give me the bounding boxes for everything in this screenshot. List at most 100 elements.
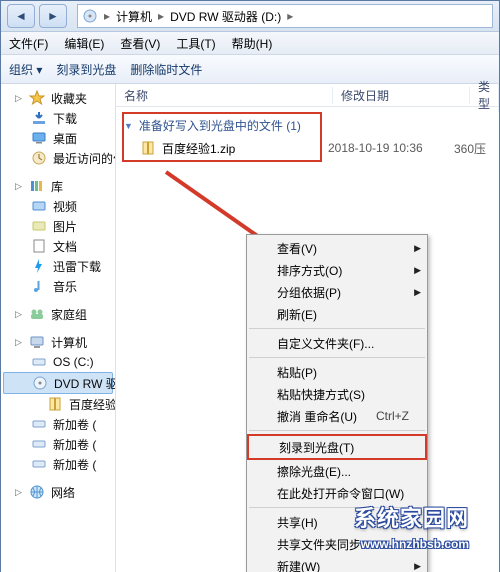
ctx-undo[interactable]: 撤消 重命名(U)Ctrl+Z xyxy=(247,405,427,427)
ctx-sort[interactable]: 排序方式(O) xyxy=(247,259,427,281)
drive-icon xyxy=(31,436,47,452)
address-bar[interactable]: ▸ 计算机 ▸ DVD RW 驱动器 (D:) ▸ xyxy=(77,4,493,28)
nav-forward-button[interactable]: ► xyxy=(39,4,67,28)
tree-label: OS (C:) xyxy=(53,355,94,369)
tree-label: 最近访问的位置 xyxy=(53,150,116,167)
context-menu: 查看(V) 排序方式(O) 分组依据(P) 刷新(E) 自定义文件夹(F)...… xyxy=(246,234,428,572)
tree-newvol-2[interactable]: 新加卷 ( xyxy=(3,434,113,454)
tree-bdexp-file[interactable]: 百度经验1.zip xyxy=(3,394,113,414)
tree-label: 文档 xyxy=(53,238,77,255)
tree-label: 网络 xyxy=(51,484,75,501)
tree-label: 计算机 xyxy=(51,334,87,351)
recent-icon xyxy=(31,150,47,166)
breadcrumb-computer[interactable]: 计算机 xyxy=(116,8,152,25)
tree-pictures[interactable]: 图片 xyxy=(3,216,113,236)
nav-tree: ▷ 收藏夹 下载 桌面 最近访问的位置 xyxy=(1,84,116,572)
network-icon xyxy=(29,484,45,500)
column-type[interactable]: 类型 xyxy=(470,78,499,112)
content-area: 名称 修改日期 类型 ▼ 准备好写入到光盘中的文件 (1) 百度经验1.zip … xyxy=(116,84,499,572)
nav-back-button[interactable]: ◄ xyxy=(7,4,35,28)
tree-newvol-1[interactable]: 新加卷 ( xyxy=(3,414,113,434)
tree-favorites[interactable]: ▷ 收藏夹 xyxy=(3,88,113,108)
file-row[interactable]: 百度经验1.zip 2018-10-19 10:36 360压 xyxy=(116,138,499,158)
tree-label: 新加卷 ( xyxy=(53,416,96,433)
ctx-share[interactable]: 共享(H) xyxy=(247,511,427,533)
tree-label: 视频 xyxy=(53,198,77,215)
xunlei-icon xyxy=(31,258,47,274)
tree-label: 迅雷下载 xyxy=(53,258,101,275)
tree-dvdrw[interactable]: DVD RW 驱动器 (D xyxy=(3,372,113,394)
ctx-paste[interactable]: 粘贴(P) xyxy=(247,361,427,383)
cmd-delete-tmp[interactable]: 删除临时文件 xyxy=(130,61,202,78)
menu-file[interactable]: 文件(F) xyxy=(9,35,48,52)
video-icon xyxy=(31,198,47,214)
tree-computer[interactable]: ▷ 计算机 xyxy=(3,332,113,352)
tree-videos[interactable]: 视频 xyxy=(3,196,113,216)
ctx-cmdhere[interactable]: 在此处打开命令窗口(W) xyxy=(247,482,427,504)
computer-icon xyxy=(29,334,45,350)
tree-library[interactable]: ▷ 库 xyxy=(3,176,113,196)
ctx-new[interactable]: 新建(W) xyxy=(247,555,427,572)
column-date[interactable]: 修改日期 xyxy=(333,87,470,104)
menu-edit[interactable]: 编辑(E) xyxy=(64,35,104,52)
tree-desktop[interactable]: 桌面 xyxy=(3,128,113,148)
ctx-view[interactable]: 查看(V) xyxy=(247,237,427,259)
tree-newvol-3[interactable]: 新加卷 ( xyxy=(3,454,113,474)
tree-twisty-icon: ▷ xyxy=(15,487,23,498)
chevron-down-icon: ▼ xyxy=(124,121,133,131)
ctx-group[interactable]: 分组依据(P) xyxy=(247,281,427,303)
tree-label: 百度经验1.zip xyxy=(69,396,116,413)
ctx-shortcut: Ctrl+Z xyxy=(376,409,409,423)
tree-twisty-icon: ▷ xyxy=(15,181,23,192)
tree-documents[interactable]: 文档 xyxy=(3,236,113,256)
tree-label: 家庭组 xyxy=(51,306,87,323)
tree-label: 收藏夹 xyxy=(51,90,87,107)
drive-icon xyxy=(31,416,47,432)
tree-osdrive[interactable]: OS (C:) xyxy=(3,352,113,372)
tree-recent[interactable]: 最近访问的位置 xyxy=(3,148,113,168)
library-icon xyxy=(29,178,45,194)
group-header[interactable]: ▼ 准备好写入到光盘中的文件 (1) xyxy=(124,117,491,134)
desktop-icon xyxy=(31,130,47,146)
file-type: 360压 xyxy=(454,140,486,157)
cmd-organize[interactable]: 组织 ▾ xyxy=(9,61,42,78)
documents-icon xyxy=(31,238,47,254)
tree-network[interactable]: ▷ 网络 xyxy=(3,482,113,502)
ctx-paste-shortcut[interactable]: 粘贴快捷方式(S) xyxy=(247,383,427,405)
menu-view[interactable]: 查看(V) xyxy=(120,35,160,52)
download-icon xyxy=(31,110,47,126)
ctx-burn[interactable]: 刻录到光盘(T) xyxy=(247,434,427,460)
zip-icon xyxy=(47,396,63,412)
drive-icon xyxy=(31,354,47,370)
tree-xunlei[interactable]: 迅雷下载 xyxy=(3,256,113,276)
file-date: 2018-10-19 10:36 xyxy=(328,141,448,155)
homegroup-icon xyxy=(29,306,45,322)
tree-label: 桌面 xyxy=(53,130,77,147)
tree-label: 下载 xyxy=(53,110,77,127)
breadcrumb-dvdrw[interactable]: DVD RW 驱动器 (D:) xyxy=(170,8,281,25)
tree-label: 图片 xyxy=(53,218,77,235)
music-icon xyxy=(31,278,47,294)
tree-label: 库 xyxy=(51,178,63,195)
column-headers: 名称 修改日期 类型 xyxy=(116,84,499,107)
tree-label: 音乐 xyxy=(53,278,77,295)
tree-downloads[interactable]: 下载 xyxy=(3,108,113,128)
tree-homegroup[interactable]: ▷ 家庭组 xyxy=(3,304,113,324)
menu-tools[interactable]: 工具(T) xyxy=(176,35,215,52)
tree-music[interactable]: 音乐 xyxy=(3,276,113,296)
tree-twisty-icon: ▷ xyxy=(15,93,23,104)
breadcrumb-sep: ▸ xyxy=(158,9,164,23)
ctx-refresh[interactable]: 刷新(E) xyxy=(247,303,427,325)
menu-help[interactable]: 帮助(H) xyxy=(232,35,273,52)
ctx-erase[interactable]: 擦除光盘(E)... xyxy=(247,460,427,482)
tree-twisty-icon: ▷ xyxy=(15,337,23,348)
ctx-sharesync[interactable]: 共享文件夹同步 xyxy=(247,533,427,555)
group-header-label: 准备好写入到光盘中的文件 (1) xyxy=(139,117,301,134)
tree-label: DVD RW 驱动器 (D xyxy=(54,375,116,392)
column-name[interactable]: 名称 xyxy=(116,87,333,104)
cmd-burn[interactable]: 刻录到光盘 xyxy=(56,61,116,78)
star-icon xyxy=(29,90,45,106)
ctx-customize[interactable]: 自定义文件夹(F)... xyxy=(247,332,427,354)
tree-label: 新加卷 ( xyxy=(53,456,96,473)
disc-icon xyxy=(32,375,48,391)
